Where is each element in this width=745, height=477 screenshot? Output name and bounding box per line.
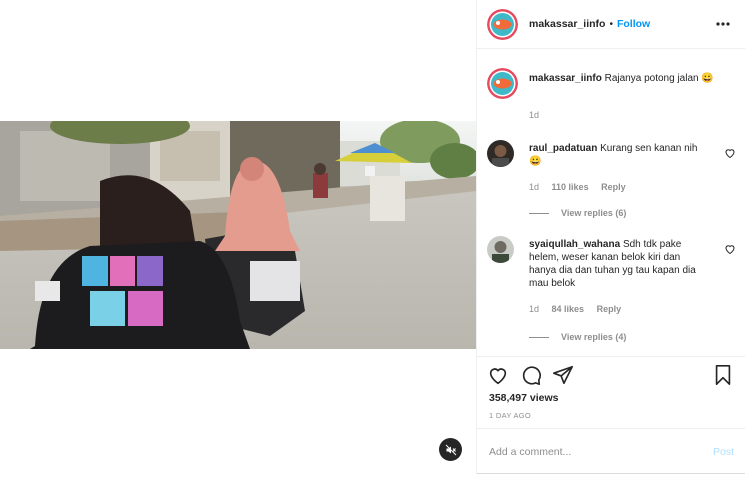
comment-avatar[interactable]	[487, 236, 514, 263]
replies-divider-line	[529, 212, 549, 214]
speaker-muted-icon	[445, 444, 456, 455]
view-replies-label[interactable]: View replies (4)	[561, 332, 626, 342]
caption-avatar[interactable]	[487, 68, 518, 99]
reply-button[interactable]: Reply	[601, 182, 626, 192]
share-icon[interactable]	[552, 364, 574, 386]
post-comment-button[interactable]: Post	[713, 446, 734, 458]
video-player[interactable]	[0, 121, 476, 349]
post-sidebar: makassar_iinfo • Follow makassar_iinfo R…	[476, 0, 745, 474]
view-replies-label[interactable]: View replies (6)	[561, 208, 626, 218]
mute-toggle-button[interactable]	[439, 438, 462, 461]
comment-avatar-image	[487, 236, 514, 263]
caption-time[interactable]: 1d	[529, 110, 539, 120]
more-horizontal-icon	[716, 22, 730, 26]
author-username[interactable]: makassar_iinfo	[529, 18, 605, 30]
more-options-button[interactable]	[714, 15, 732, 33]
comment-likes[interactable]: 84 likes	[552, 304, 585, 314]
comment-likes[interactable]: 110 likes	[552, 182, 589, 192]
video-panel	[0, 0, 476, 474]
caption-text: Rajanya potong jalan 😀	[604, 73, 714, 84]
reply-button[interactable]: Reply	[597, 304, 622, 314]
caption-text-block: makassar_iinfo Rajanya potong jalan 😀	[529, 72, 724, 85]
comment-avatar[interactable]	[487, 140, 514, 167]
comment-username[interactable]: raul_padatuan	[529, 143, 597, 154]
comment-time[interactable]: 1d	[529, 304, 539, 314]
view-replies-button[interactable]: View replies (4)	[529, 332, 626, 342]
instagram-post: makassar_iinfo • Follow makassar_iinfo R…	[0, 0, 745, 474]
comment-time[interactable]: 1d	[529, 182, 539, 192]
caption-username[interactable]: makassar_iinfo	[529, 73, 602, 84]
comment-avatar-image	[487, 140, 514, 167]
video-frame-image	[0, 121, 476, 349]
like-comment-heart-icon[interactable]	[724, 243, 736, 255]
comment-text-block: syaiqullah_wahana Sdh tdk pake helem, we…	[529, 238, 709, 290]
separator-dot: •	[609, 18, 613, 30]
heart-icon[interactable]	[487, 364, 509, 386]
caption-meta: 1d	[529, 110, 549, 120]
comments-list[interactable]: makassar_iinfo Rajanya potong jalan 😀 1d	[477, 50, 745, 356]
add-comment-bar: Post	[477, 428, 745, 474]
post-header: makassar_iinfo • Follow	[477, 0, 745, 49]
view-replies-button[interactable]: View replies (6)	[529, 208, 626, 218]
comment-input[interactable]	[489, 445, 713, 458]
post-actions: 358,497 views 1 DAY AGO	[477, 356, 745, 426]
comment-username[interactable]: syaiqullah_wahana	[529, 239, 620, 250]
caption-avatar-image	[487, 68, 518, 99]
comment-meta: 1d 110 likes Reply	[529, 182, 636, 192]
author-avatar-image	[487, 8, 518, 40]
author-avatar[interactable]	[487, 8, 518, 40]
comment-meta: 1d 84 likes Reply	[529, 304, 631, 314]
replies-divider-line	[529, 336, 549, 338]
post-date[interactable]: 1 DAY AGO	[489, 411, 531, 420]
bookmark-icon[interactable]	[712, 364, 734, 386]
like-comment-heart-icon[interactable]	[724, 147, 736, 159]
view-count[interactable]: 358,497 views	[489, 392, 558, 404]
follow-button[interactable]: Follow	[617, 18, 650, 30]
comment-text-block: raul_padatuan Kurang sen kanan nih😀	[529, 142, 709, 168]
comment-icon[interactable]	[520, 364, 542, 386]
